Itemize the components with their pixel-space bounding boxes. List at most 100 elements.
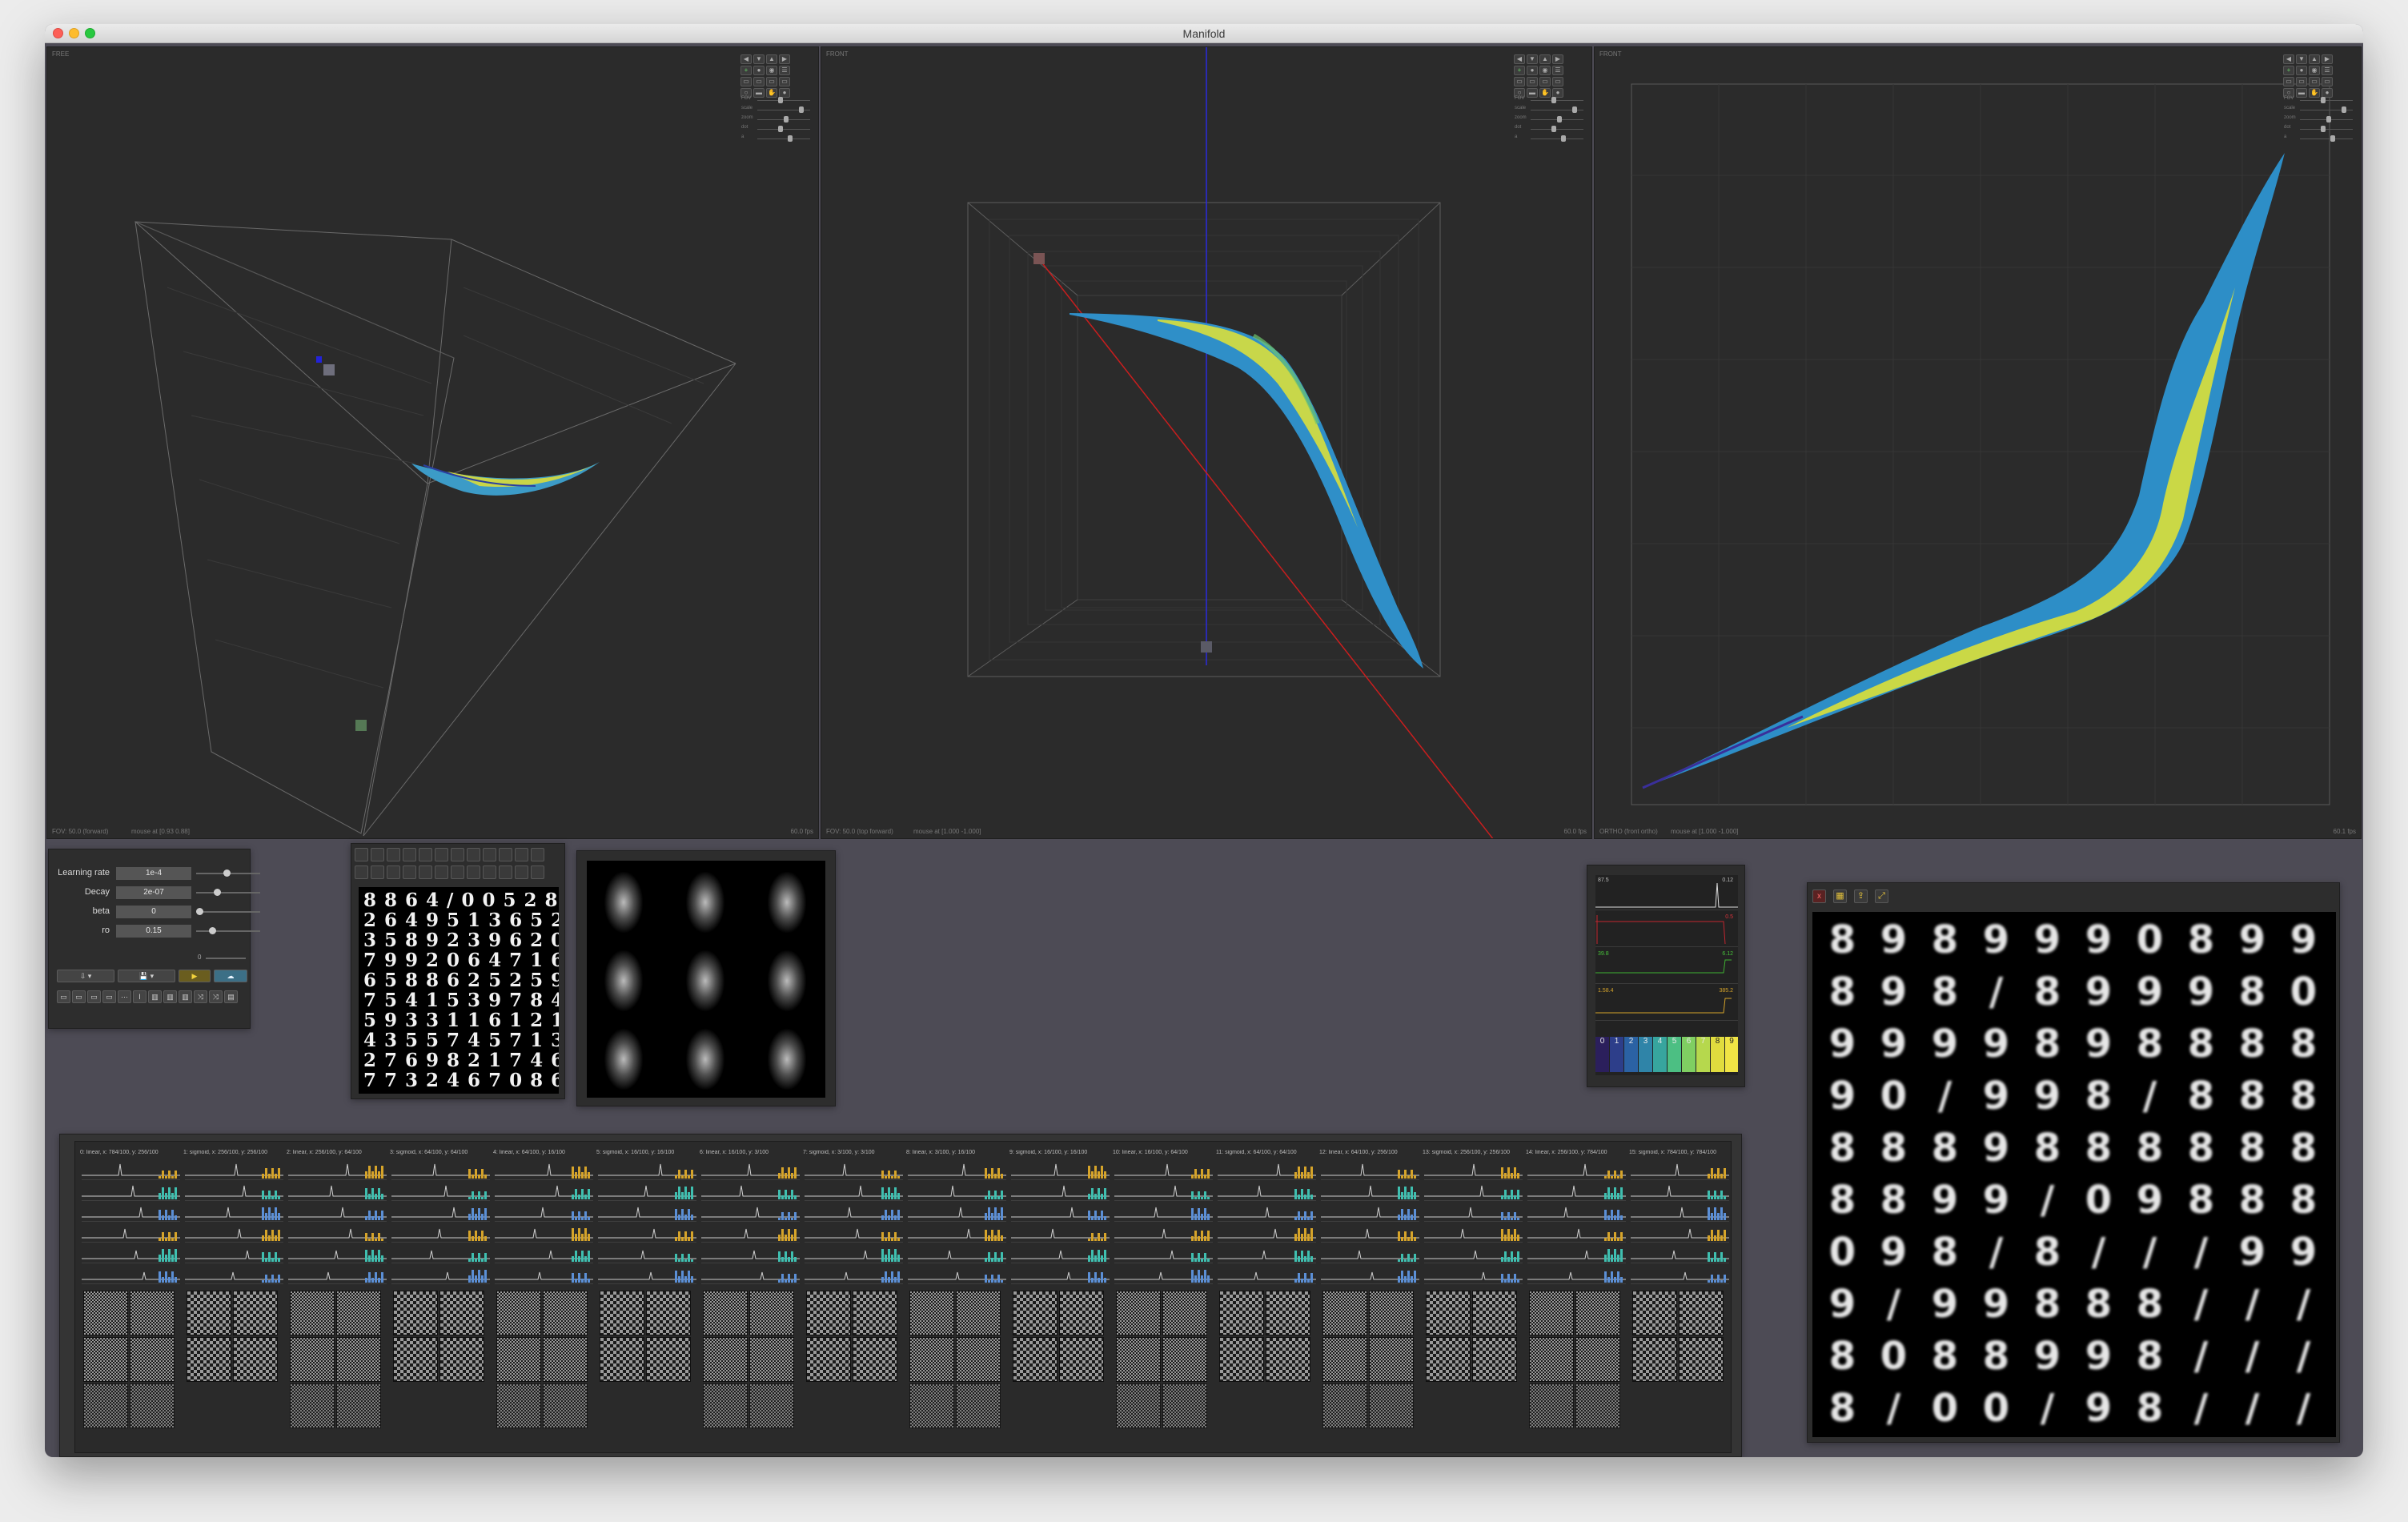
- save-button[interactable]: 💾 ▾: [118, 970, 175, 982]
- weight-map-tile[interactable]: [1059, 1337, 1104, 1382]
- weight-map-tile[interactable]: [806, 1291, 851, 1335]
- weight-map-tile[interactable]: [749, 1337, 794, 1382]
- weight-map-tile[interactable]: [1116, 1291, 1161, 1335]
- layer-column[interactable]: 10: linear, x: 16/100, y: 64/100: [1113, 1150, 1214, 1454]
- weight-map-tile[interactable]: [1472, 1291, 1517, 1335]
- ro-field[interactable]: 0.15: [116, 925, 191, 938]
- beta-slider[interactable]: [196, 908, 203, 915]
- weight-map-tile[interactable]: [233, 1337, 278, 1382]
- scale-slider[interactable]: [799, 106, 804, 113]
- fov-slider[interactable]: [1551, 97, 1556, 103]
- ortho-scene[interactable]: [1595, 47, 2362, 839]
- database-icon[interactable]: [355, 848, 368, 861]
- toolbar-button[interactable]: ▭: [87, 990, 101, 1003]
- weight-map-tile[interactable]: [393, 1337, 438, 1382]
- gear-icon[interactable]: [355, 865, 368, 879]
- layer-column[interactable]: 0: linear, x: 784/100, y: 256/100: [80, 1150, 182, 1454]
- refresh-icon[interactable]: [435, 865, 448, 879]
- layer-column[interactable]: 7: sigmoid, x: 3/100, y: 3/100: [803, 1150, 905, 1454]
- weight-map-tile[interactable]: [1679, 1291, 1724, 1335]
- weight-map-tile[interactable]: [1575, 1337, 1620, 1382]
- weight-map-tile[interactable]: [909, 1383, 954, 1428]
- dot-slider[interactable]: [1551, 126, 1556, 132]
- zoom-slider[interactable]: [1557, 116, 1562, 122]
- weight-map-tile[interactable]: [1059, 1291, 1104, 1335]
- frame-icon[interactable]: [451, 848, 464, 861]
- layer-column[interactable]: 6: linear, x: 16/100, y: 3/100: [700, 1150, 801, 1454]
- viewport-perspective[interactable]: FREE FOV: 50.0 (forward) mouse at [0.93 …: [46, 46, 819, 839]
- minus-icon[interactable]: [531, 865, 544, 879]
- shuffle-button[interactable]: ⤨: [209, 990, 223, 1003]
- layer-column[interactable]: 14: linear, x: 256/100, y: 784/100: [1526, 1150, 1627, 1454]
- toolbar-button[interactable]: ▥: [148, 990, 162, 1003]
- weight-map-tile[interactable]: [187, 1291, 231, 1335]
- refresh-icon[interactable]: [403, 865, 416, 879]
- viewport-front[interactable]: FRONT FOV: 50.0 (top forward) mouse at […: [821, 46, 1592, 839]
- weight-map-tile[interactable]: [1529, 1291, 1574, 1335]
- weight-map-tile[interactable]: [543, 1337, 588, 1382]
- frame-icon[interactable]: [499, 848, 512, 861]
- frame-icon[interactable]: [515, 865, 528, 879]
- close-icon[interactable]: x: [1812, 890, 1826, 903]
- alpha-slider[interactable]: [788, 135, 793, 142]
- layer-column[interactable]: 13: sigmoid, x: 256/100, y: 256/100: [1423, 1150, 1524, 1454]
- legend-swatch-0[interactable]: 0: [1595, 1037, 1609, 1072]
- weight-map-tile[interactable]: [336, 1337, 381, 1382]
- import-icon[interactable]: [371, 848, 384, 861]
- weight-map-tile[interactable]: [600, 1337, 644, 1382]
- dot-slider[interactable]: [2321, 126, 2326, 132]
- weight-map-tile[interactable]: [1013, 1291, 1058, 1335]
- lock-icon[interactable]: [483, 848, 496, 861]
- fov-slider[interactable]: [778, 97, 783, 103]
- weight-map-tile[interactable]: [130, 1337, 175, 1382]
- weight-map-tile[interactable]: [749, 1383, 794, 1428]
- weight-map-tile[interactable]: [290, 1337, 335, 1382]
- weight-map-tile[interactable]: [290, 1383, 335, 1428]
- grid-icon[interactable]: ▦: [1833, 890, 1847, 903]
- layer-column[interactable]: 5: sigmoid, x: 16/100, y: 16/100: [596, 1150, 698, 1454]
- weight-map-tile[interactable]: [1116, 1383, 1161, 1428]
- weight-map-tile[interactable]: [1116, 1337, 1161, 1382]
- export-icon[interactable]: ⇪: [1854, 890, 1868, 903]
- weight-map-tile[interactable]: [233, 1291, 278, 1335]
- light-marker[interactable]: [355, 720, 367, 731]
- weight-map-tile[interactable]: [909, 1337, 954, 1382]
- dot-slider[interactable]: [778, 126, 783, 132]
- legend-swatch-4[interactable]: 4: [1653, 1037, 1667, 1072]
- toolbar-button[interactable]: ⋯: [118, 990, 131, 1003]
- layer-column[interactable]: 15: sigmoid, x: 784/100, y: 784/100: [1629, 1150, 1731, 1454]
- weight-map-tile[interactable]: [703, 1337, 748, 1382]
- shuffle-button[interactable]: ⤨: [194, 990, 207, 1003]
- fullscreen-icon[interactable]: ⤢: [1875, 890, 1888, 903]
- scale-slider[interactable]: [1572, 106, 1577, 113]
- weight-map-tile[interactable]: [336, 1383, 381, 1428]
- decay-slider[interactable]: [214, 889, 221, 896]
- toolbar-button[interactable]: ▭: [102, 990, 116, 1003]
- learning-rate-slider[interactable]: [223, 869, 231, 877]
- link-icon[interactable]: [515, 848, 528, 861]
- refresh-icon[interactable]: [371, 865, 384, 879]
- weight-map-tile[interactable]: [496, 1291, 541, 1335]
- weight-map-tile[interactable]: [1426, 1337, 1471, 1382]
- weight-map-tile[interactable]: [646, 1337, 691, 1382]
- weight-map-tile[interactable]: [853, 1291, 897, 1335]
- weight-map-tile[interactable]: [1426, 1291, 1471, 1335]
- weight-map-tile[interactable]: [543, 1383, 588, 1428]
- weight-map-tile[interactable]: [1322, 1337, 1367, 1382]
- beta-field[interactable]: 0: [116, 906, 191, 918]
- weight-map-tile[interactable]: [83, 1383, 128, 1428]
- weight-map-tile[interactable]: [956, 1337, 1001, 1382]
- frame-icon[interactable]: [419, 848, 432, 861]
- camera-marker[interactable]: [1201, 641, 1212, 653]
- weight-map-tile[interactable]: [909, 1291, 954, 1335]
- weight-map-tile[interactable]: [1575, 1383, 1620, 1428]
- layer-column[interactable]: 4: linear, x: 64/100, y: 16/100: [493, 1150, 595, 1454]
- legend-swatch-9[interactable]: 9: [1725, 1037, 1738, 1072]
- play-button[interactable]: ▶: [179, 970, 211, 982]
- weight-map-tile[interactable]: [749, 1291, 794, 1335]
- layer-column[interactable]: 12: linear, x: 64/100, y: 256/100: [1319, 1150, 1421, 1454]
- weight-map-tile[interactable]: [1632, 1337, 1677, 1382]
- legend-swatch-3[interactable]: 3: [1639, 1037, 1652, 1072]
- weight-map-tile[interactable]: [439, 1291, 484, 1335]
- weight-map-tile[interactable]: [703, 1291, 748, 1335]
